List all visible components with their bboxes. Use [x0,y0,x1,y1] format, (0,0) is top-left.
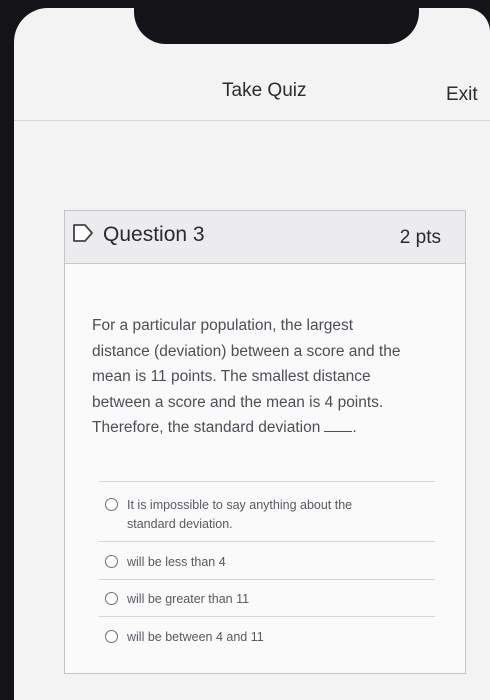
radio-button[interactable] [105,555,118,568]
question-text-line: For a particular population, the largest [92,317,354,334]
quiz-header-bar: Take Quiz Exit [14,70,490,121]
option-label: will be less than 4 [127,555,226,569]
option-label-line: It is impossible to say anything about t… [127,498,353,512]
question-text-fragment: Therefore, the standard deviation [92,419,321,436]
answer-blank [324,419,353,432]
divider [99,616,435,617]
page-title: Take Quiz [222,80,307,101]
radio-button[interactable] [105,592,118,605]
question-points: 2 pts [399,227,441,248]
option-label: will be greater than 11 [127,592,250,606]
exit-button[interactable]: Exit [446,84,478,106]
question-text-line: between a score and the mean is 4 points… [92,393,384,411]
device-screen: Take Quiz Exit Question 3 2 pts For a pa… [14,8,490,700]
question-text-line: distance (deviation) between a score and… [92,342,401,360]
divider [99,481,435,482]
device-bezel: Take Quiz Exit Question 3 2 pts For a pa… [0,0,490,700]
question-text: For a particular population, the largest… [92,313,442,441]
radio-button[interactable] [105,498,118,511]
question-text-line: mean is 11 points. The smallest distance [92,368,371,385]
question-text-line: Therefore, the standard deviation. [92,415,442,441]
question-header: Question 3 2 pts [65,211,465,264]
question-title: Question 3 [103,223,205,246]
option-label: It is impossible to say anything about t… [127,496,407,533]
blank-suffix: . [352,419,357,436]
device-notch [134,8,419,44]
radio-button[interactable] [105,630,118,643]
flag-icon[interactable] [71,223,95,243]
option-label-line: standard deviation. [127,516,233,531]
divider [99,579,435,580]
question-card: Question 3 2 pts For a particular popula… [64,210,466,674]
option-label: will be between 4 and 11 [127,630,264,644]
divider [99,541,435,542]
